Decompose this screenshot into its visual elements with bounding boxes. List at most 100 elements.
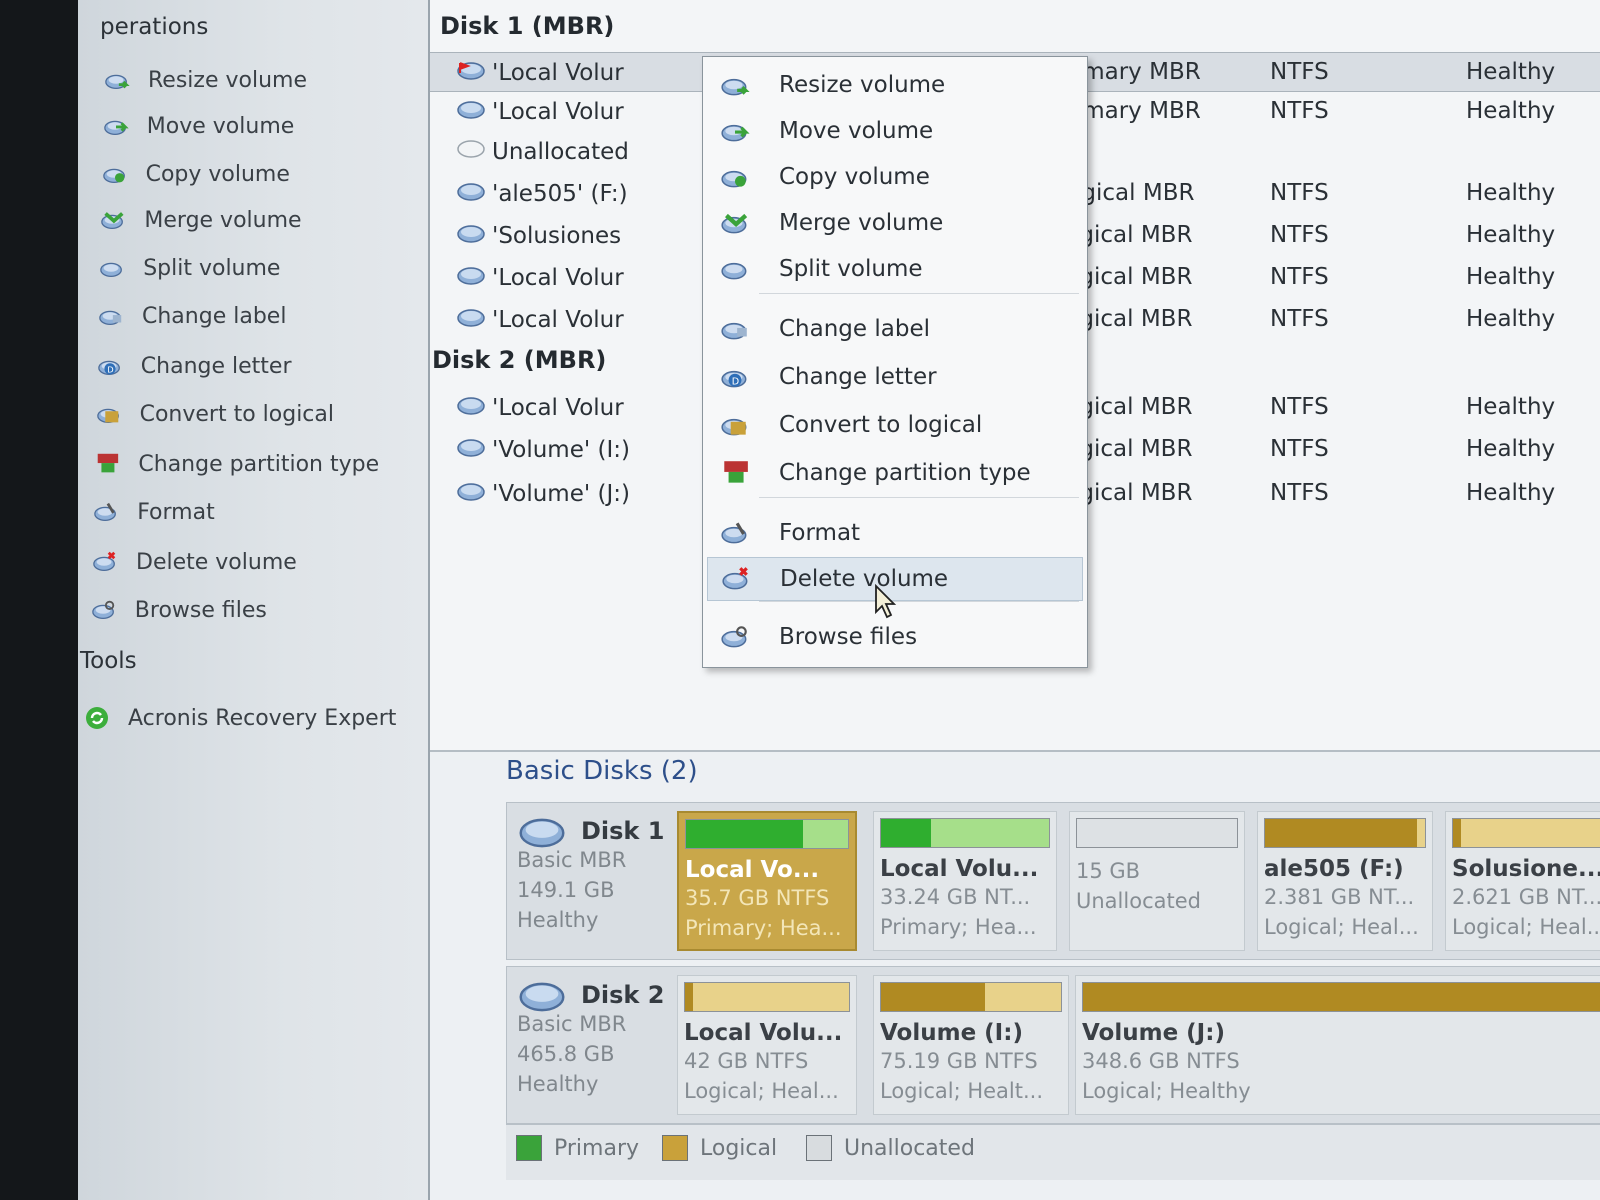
partition-size: 15 GB bbox=[1076, 859, 1141, 883]
menu-item-label: Change label bbox=[779, 316, 930, 342]
volume-icon bbox=[456, 264, 486, 292]
sidebar-op-change-partition-type[interactable]: Change partition type bbox=[94, 444, 379, 484]
partition-usage-fill bbox=[881, 819, 932, 847]
partition-usage-fill bbox=[686, 820, 803, 848]
partition-usage-fill bbox=[1083, 983, 1600, 1011]
sidebar-op-change-letter[interactable]: D Change letter bbox=[97, 346, 292, 386]
partition-size: 2.621 GB NT... bbox=[1452, 885, 1600, 909]
volume-status: Healthy bbox=[1466, 436, 1556, 462]
menu-item-copy-volume[interactable]: Copy volume bbox=[707, 155, 1083, 199]
volume-icon bbox=[456, 222, 486, 250]
menu-item-change-label[interactable]: Change label bbox=[707, 307, 1083, 351]
legend-item-logical: Logical bbox=[662, 1135, 777, 1161]
partition-usage-bar bbox=[880, 982, 1062, 1012]
menu-item-resize-volume[interactable]: Resize volume bbox=[707, 63, 1083, 107]
menu-item-merge-volume[interactable]: Merge volume bbox=[707, 201, 1083, 245]
partition-usage-bar bbox=[1264, 818, 1426, 848]
partition-block[interactable]: Local Vo... 35.7 GB NTFS Primary; Hea... bbox=[677, 811, 857, 951]
partition-usage-bar bbox=[1082, 982, 1600, 1012]
volume-name: 'Local Volur bbox=[456, 264, 624, 292]
menu-item-format[interactable]: Format bbox=[707, 511, 1083, 555]
volume-name: 'Volume' (I:) bbox=[456, 436, 630, 464]
volume-status: Healthy bbox=[1466, 480, 1556, 506]
sidebar-op-move-volume[interactable]: Move volume bbox=[103, 106, 294, 146]
menu-separator bbox=[759, 601, 1079, 602]
legend-label: Unallocated bbox=[844, 1135, 975, 1161]
change-label-icon bbox=[98, 303, 124, 329]
sidebar-op-label: Change label bbox=[142, 303, 287, 329]
partition-block[interactable]: Local Volu... 33.24 GB NT... Primary; He… bbox=[873, 811, 1057, 951]
sidebar-op-delete-volume[interactable]: Delete volume bbox=[92, 542, 297, 582]
partition-size: 42 GB NTFS bbox=[684, 1049, 809, 1073]
disk-panel-2[interactable]: Disk 2 Basic MBR 465.8 GB Healthy Local … bbox=[506, 966, 1600, 1124]
menu-item-label: Merge volume bbox=[779, 210, 944, 236]
menu-item-change-partition-type[interactable]: Change partition type bbox=[707, 451, 1083, 495]
sidebar-op-format[interactable]: Format bbox=[93, 492, 215, 532]
menu-item-split-volume[interactable]: Split volume bbox=[707, 247, 1083, 291]
volume-name-text: 'ale505' (F:) bbox=[492, 181, 628, 207]
volume-name-text: 'Solusiones bbox=[492, 223, 622, 249]
volume-fs: NTFS bbox=[1270, 222, 1329, 248]
sidebar-op-resize-volume[interactable]: Resize volume bbox=[104, 60, 307, 100]
partition-size: 33.24 GB NT... bbox=[880, 885, 1031, 909]
volume-name-text: 'Local Volur bbox=[492, 99, 624, 125]
menu-item-label: Convert to logical bbox=[779, 412, 983, 438]
sidebar-op-label: Merge volume bbox=[144, 207, 302, 233]
disk-icon bbox=[517, 815, 567, 855]
menu-item-move-volume[interactable]: Move volume bbox=[707, 109, 1083, 153]
mouse-cursor-icon bbox=[875, 584, 897, 619]
partition-name: Volume (I:) bbox=[880, 1020, 1023, 1046]
browse-files-icon bbox=[91, 597, 117, 623]
volume-icon bbox=[456, 436, 486, 464]
partition-size: 348.6 GB NTFS bbox=[1082, 1049, 1240, 1073]
sidebar-op-split-volume[interactable]: Split volume bbox=[99, 248, 280, 288]
context-menu: Resize volume Move volume Copy volume Merge… bbox=[702, 56, 1088, 668]
partition-block[interactable]: Local Volu... 42 GB NTFS Logical; Heal..… bbox=[677, 975, 857, 1115]
partition-info: Logical; Heal... bbox=[684, 1079, 839, 1103]
partition-block[interactable]: Solusione... 2.621 GB NT... Logical; Hea… bbox=[1445, 811, 1600, 951]
sidebar-op-label: Resize volume bbox=[148, 67, 307, 93]
menu-item-browse-files[interactable]: Browse files bbox=[707, 615, 1083, 659]
partition-usage-fill bbox=[685, 983, 694, 1011]
volume-status: Healthy bbox=[1466, 180, 1556, 206]
sidebar-op-convert-to-logical[interactable]: Convert to logical bbox=[96, 394, 334, 434]
partition-name: Solusione... bbox=[1452, 856, 1600, 882]
menu-separator bbox=[759, 293, 1079, 294]
menu-item-label: Change partition type bbox=[779, 460, 1031, 486]
legend-item-unallocated: Unallocated bbox=[806, 1135, 975, 1161]
menu-item-change-letter[interactable]: D Change letter bbox=[707, 355, 1083, 399]
volume-icon bbox=[456, 59, 486, 87]
partition-block[interactable]: 15 GB Unallocated bbox=[1069, 811, 1245, 951]
disk-panel-1[interactable]: Disk 1 Basic MBR 149.1 GB Healthy Local … bbox=[506, 802, 1600, 960]
sidebar-op-label: Copy volume bbox=[145, 161, 290, 187]
sidebar-op-label: Delete volume bbox=[136, 549, 297, 575]
split-volume-icon bbox=[99, 255, 125, 281]
disk1-header: Disk 1 (MBR) bbox=[440, 12, 615, 40]
partition-block[interactable]: Volume (I:) 75.19 GB NTFS Logical; Healt… bbox=[873, 975, 1069, 1115]
legend-label: Primary bbox=[554, 1135, 640, 1161]
sidebar-op-label: Browse files bbox=[134, 597, 267, 623]
partition-info: Unallocated bbox=[1076, 889, 1201, 913]
menu-item-convert-to-logical[interactable]: Convert to logical bbox=[707, 403, 1083, 447]
partition-info: Logical; Healt... bbox=[880, 1079, 1044, 1103]
partition-block[interactable]: Volume (J:) 348.6 GB NTFS Logical; Healt… bbox=[1075, 975, 1600, 1115]
sidebar-op-label: Format bbox=[137, 499, 215, 525]
unallocated-disk-icon bbox=[456, 138, 486, 166]
operations-section-title: perations bbox=[100, 14, 209, 40]
volume-name-text: 'Local Volur bbox=[492, 60, 624, 86]
volume-fs: NTFS bbox=[1270, 98, 1329, 124]
partition-block[interactable]: ale505 (F:) 2.381 GB NT... Logical; Heal… bbox=[1257, 811, 1433, 951]
partition-usage-bar bbox=[1076, 818, 1238, 848]
sidebar-op-merge-volume[interactable]: Merge volume bbox=[100, 200, 302, 240]
volume-fs: NTFS bbox=[1270, 436, 1329, 462]
disk-size: 149.1 GB bbox=[517, 878, 615, 902]
menu-item-label: Delete volume bbox=[780, 566, 949, 592]
tool-recovery-expert[interactable]: Acronis Recovery Expert bbox=[84, 698, 396, 738]
menu-item-label: Change letter bbox=[779, 364, 937, 390]
volume-name-text: 'Volume' (J:) bbox=[492, 481, 630, 507]
resize-volume-icon bbox=[717, 70, 753, 100]
sidebar-op-change-label[interactable]: Change label bbox=[98, 296, 286, 336]
sidebar-op-browse-files[interactable]: Browse files bbox=[91, 590, 267, 630]
volume-fs: NTFS bbox=[1270, 59, 1329, 85]
sidebar-op-copy-volume[interactable]: Copy volume bbox=[102, 154, 290, 194]
